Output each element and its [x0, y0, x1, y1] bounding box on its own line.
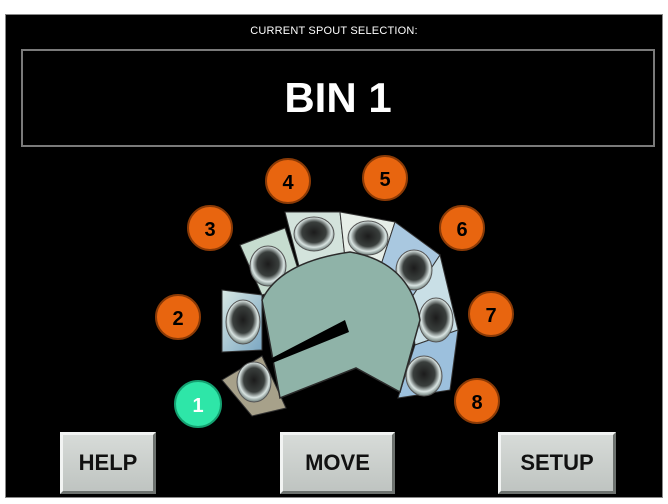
spout-label-7: 7 — [485, 305, 496, 327]
spout-button-6[interactable]: 6 — [439, 205, 485, 251]
spout-label-2: 2 — [172, 308, 183, 330]
spout-tube-4 — [293, 216, 335, 252]
spout-tube-1 — [236, 361, 272, 403]
spout-tube-7 — [418, 297, 454, 343]
spout-distributor-diagram: 1 2 3 4 5 6 7 8 — [155, 155, 514, 428]
spout-label-5: 5 — [379, 169, 390, 191]
setup-button[interactable]: SETUP — [498, 432, 616, 494]
spout-tube-2 — [225, 299, 261, 345]
spout-label-8: 8 — [471, 392, 482, 414]
spout-tube-8 — [405, 355, 443, 397]
spout-button-7[interactable]: 7 — [468, 291, 514, 337]
spout-button-2[interactable]: 2 — [155, 294, 201, 340]
spout-button-1[interactable]: 1 — [174, 380, 222, 428]
spout-button-5[interactable]: 5 — [362, 155, 408, 201]
help-button[interactable]: HELP — [60, 432, 156, 494]
spout-label-6: 6 — [456, 219, 467, 241]
move-button[interactable]: MOVE — [280, 432, 395, 494]
spout-button-4[interactable]: 4 — [265, 158, 311, 204]
spout-label-1: 1 — [192, 395, 203, 417]
spout-button-8[interactable]: 8 — [454, 378, 500, 424]
spout-button-3[interactable]: 3 — [187, 205, 233, 251]
spout-label-4: 4 — [282, 172, 294, 194]
spout-label-3: 3 — [204, 219, 215, 241]
spout-tube-5 — [347, 220, 389, 256]
